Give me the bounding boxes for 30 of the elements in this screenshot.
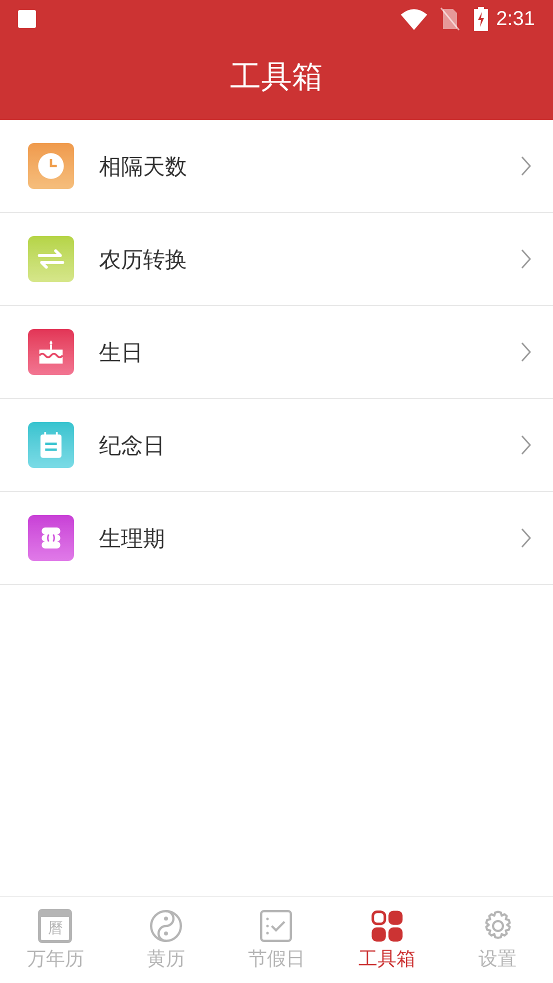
battery-charging-icon [474, 7, 488, 31]
tool-list-item[interactable]: 农历转换 [0, 213, 553, 306]
swap-tool-icon [28, 236, 74, 282]
chevron-right-icon [521, 249, 531, 269]
wifi-icon [400, 8, 428, 30]
no-sim-icon [440, 7, 460, 31]
tab[interactable]: 工具箱 [332, 897, 442, 983]
tool-list-item[interactable]: 纪念日 [0, 399, 553, 492]
tool-list-item[interactable]: 相隔天数 [0, 120, 553, 213]
tool-label: 生理期 [99, 524, 166, 552]
tool-label: 农历转换 [99, 246, 188, 274]
tool-label: 生日 [99, 338, 144, 366]
note-tool-icon [28, 422, 74, 468]
calendar-icon: 曆 [38, 909, 72, 943]
page-title: 工具箱 [230, 60, 323, 96]
tool-list-item[interactable]: 生日 [0, 306, 553, 399]
grid-icon [370, 909, 404, 943]
status-time: 2:31 [496, 7, 535, 32]
tool-label: 纪念日 [99, 432, 166, 460]
cake-tool-icon [28, 329, 74, 375]
checklist-icon [259, 909, 294, 943]
clock-tool-icon [28, 143, 74, 189]
tool-label: 相隔天数 [99, 152, 188, 180]
pad-tool-icon [28, 515, 74, 561]
yin-yang-icon [148, 909, 183, 943]
tool-list-item[interactable]: 生理期 [0, 492, 553, 585]
chevron-right-icon [521, 528, 531, 548]
chevron-right-icon [521, 342, 531, 362]
chevron-right-icon [521, 156, 531, 176]
chevron-right-icon [521, 435, 531, 455]
